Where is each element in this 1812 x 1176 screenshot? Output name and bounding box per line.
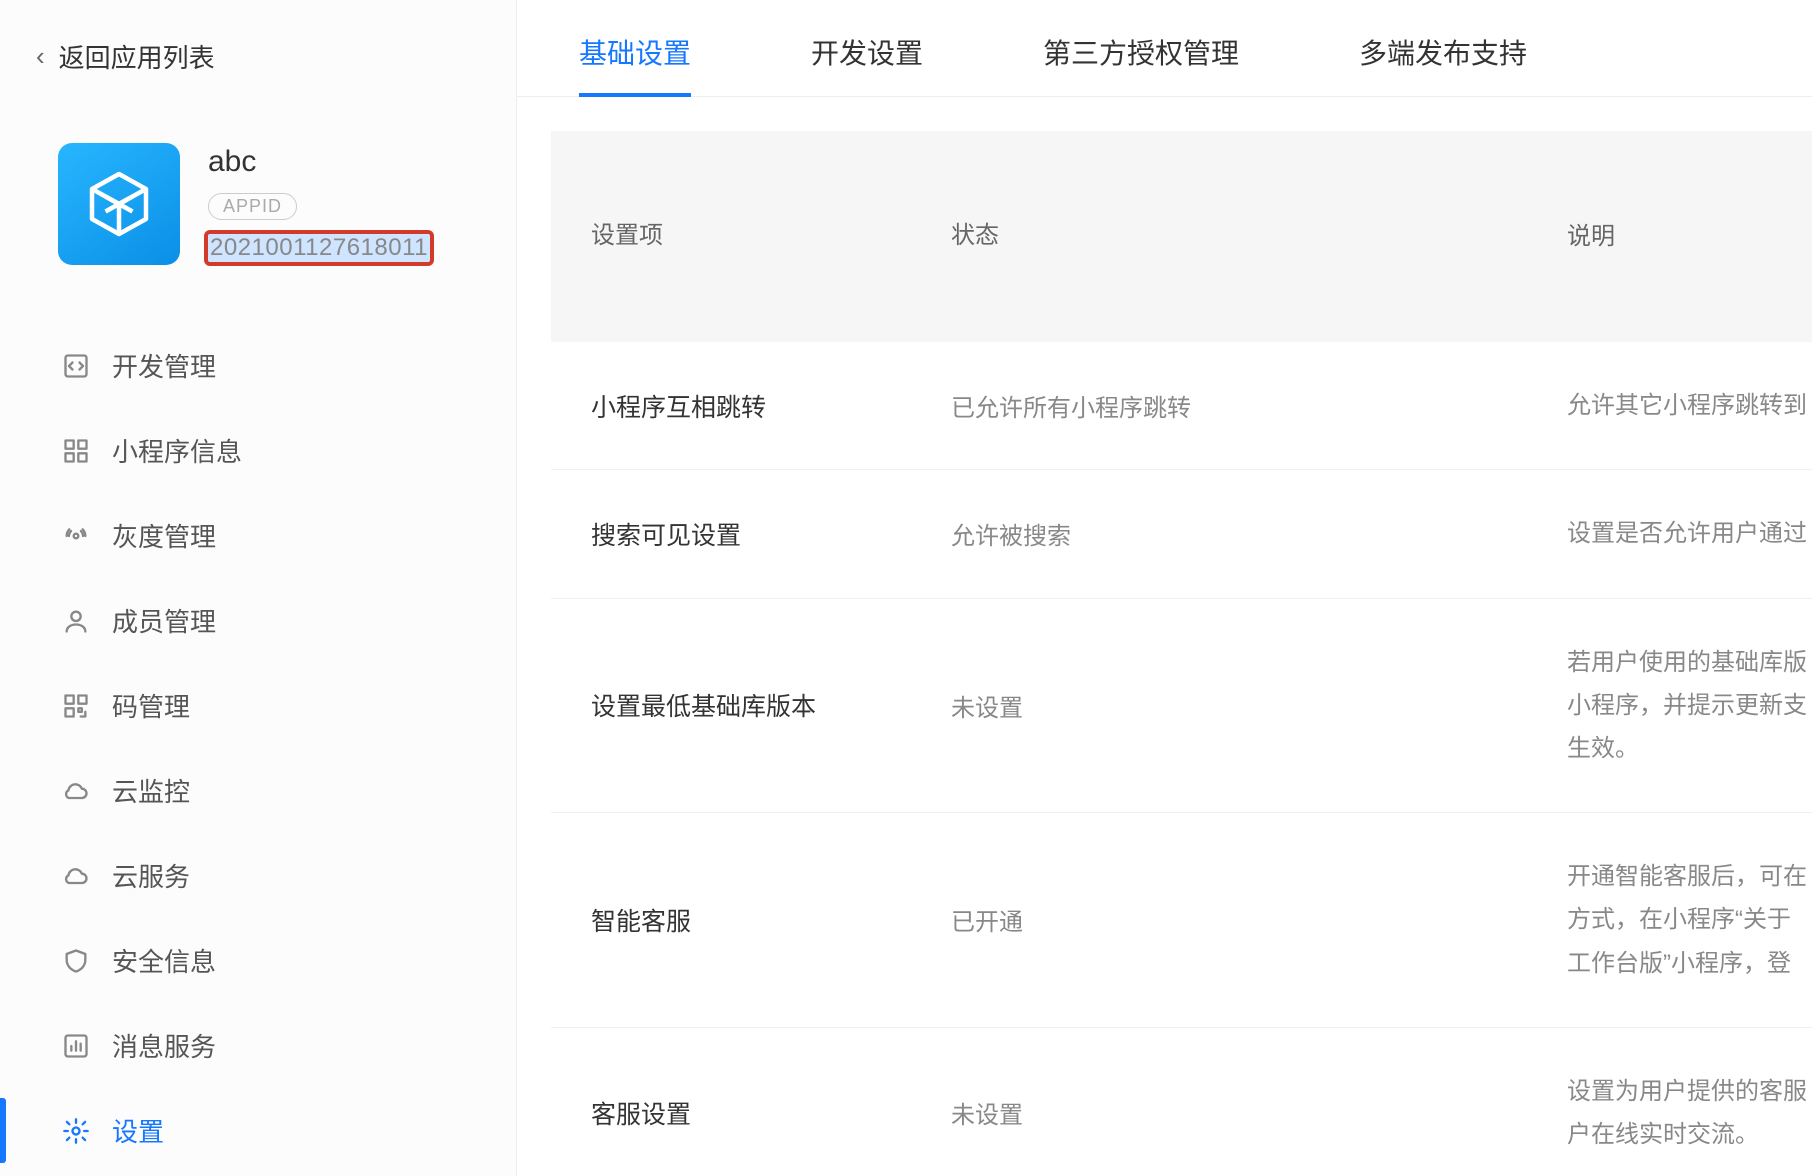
- setting-name: 设置最低基础库版本: [551, 645, 951, 765]
- setting-desc: 设置是否允许用户通过: [1567, 470, 1812, 597]
- settings-table-header: 设置项 状态 说明: [551, 131, 1812, 342]
- app-name: abc: [208, 145, 430, 179]
- sidebar-item-label: 码管理: [112, 687, 190, 724]
- broadcast-icon: [62, 522, 90, 550]
- sidebar-item-label: 成员管理: [112, 602, 216, 639]
- grid-icon: [62, 437, 90, 465]
- sidebar-item-dev-manage[interactable]: 开发管理: [0, 323, 516, 408]
- sidebar-item-gray-manage[interactable]: 灰度管理: [0, 493, 516, 578]
- column-header-status: 状态: [951, 173, 1567, 300]
- back-label: 返回应用列表: [59, 38, 215, 75]
- table-row[interactable]: 搜索可见设置 允许被搜索 设置是否允许用户通过: [551, 470, 1812, 598]
- column-header-desc: 说明: [1567, 173, 1812, 300]
- tab-basic[interactable]: 基础设置: [579, 24, 691, 96]
- tab-multiend[interactable]: 多端发布支持: [1359, 24, 1527, 96]
- sidebar-item-label: 灰度管理: [112, 517, 216, 554]
- setting-status: 已开通: [951, 860, 1567, 979]
- setting-status: 未设置: [951, 1053, 1567, 1172]
- user-icon: [62, 607, 90, 635]
- sidebar-item-message[interactable]: 消息服务: [0, 1003, 516, 1088]
- sidebar-item-label: 开发管理: [112, 347, 216, 384]
- sidebar-item-label: 安全信息: [112, 942, 216, 979]
- sidebar-item-cloud-service[interactable]: 云服务: [0, 833, 516, 918]
- app-info: abc APPID 2021001127618011: [0, 101, 516, 299]
- setting-name: 搜索可见设置: [551, 474, 951, 594]
- sidebar-item-code-manage[interactable]: 码管理: [0, 663, 516, 748]
- sidebar-item-label: 云服务: [112, 857, 190, 894]
- qr-icon: [62, 692, 90, 720]
- setting-status: 未设置: [951, 646, 1567, 765]
- chevron-left-icon: ‹: [36, 41, 45, 72]
- tab-third[interactable]: 第三方授权管理: [1043, 24, 1239, 96]
- back-to-app-list[interactable]: ‹ 返回应用列表: [0, 0, 516, 101]
- sidebar-item-security[interactable]: 安全信息: [0, 918, 516, 1003]
- table-row[interactable]: 小程序互相跳转 已允许所有小程序跳转 允许其它小程序跳转到: [551, 342, 1812, 470]
- setting-desc: 允许其它小程序跳转到: [1567, 342, 1812, 469]
- cloud-icon: [62, 862, 90, 890]
- setting-status: 已允许所有小程序跳转: [951, 346, 1567, 465]
- app-logo-icon: [58, 143, 180, 265]
- appid-value[interactable]: 2021001127618011: [208, 234, 430, 262]
- gear-icon: [62, 1117, 90, 1145]
- appid-badge: APPID: [208, 193, 297, 220]
- tab-dev[interactable]: 开发设置: [811, 24, 923, 96]
- sidebar-item-member-manage[interactable]: 成员管理: [0, 578, 516, 663]
- shield-icon: [62, 947, 90, 975]
- sidebar-item-settings[interactable]: 设置: [0, 1088, 516, 1173]
- setting-name: 小程序互相跳转: [551, 346, 951, 466]
- sidebar-item-label: 设置: [112, 1112, 164, 1149]
- sidebar-item-label: 消息服务: [112, 1027, 216, 1064]
- sidebar-nav: 开发管理 小程序信息 灰度管理 成员管理 码管理 云监控 云服务 安全信息 消息…: [0, 299, 516, 1173]
- setting-status: 允许被搜索: [951, 474, 1567, 593]
- setting-name: 智能客服: [551, 860, 951, 980]
- cloud-icon: [62, 777, 90, 805]
- table-row[interactable]: 智能客服 已开通 开通智能客服后，可在方式，在小程序“关于工作台版”小程序，登: [551, 813, 1812, 1028]
- table-row[interactable]: 客服设置 未设置 设置为用户提供的客服户在线实时交流。: [551, 1028, 1812, 1176]
- setting-desc: 设置为用户提供的客服户在线实时交流。: [1567, 1028, 1812, 1176]
- sidebar-item-label: 云监控: [112, 772, 190, 809]
- sidebar-item-miniapp-info[interactable]: 小程序信息: [0, 408, 516, 493]
- sidebar-item-cloud-monitor[interactable]: 云监控: [0, 748, 516, 833]
- chart-icon: [62, 1032, 90, 1060]
- setting-name: 客服设置: [551, 1053, 951, 1173]
- column-header-item: 设置项: [551, 173, 951, 300]
- setting-desc: 若用户使用的基础库版小程序，并提示更新支生效。: [1567, 599, 1812, 813]
- code-icon: [62, 352, 90, 380]
- table-row[interactable]: 设置最低基础库版本 未设置 若用户使用的基础库版小程序，并提示更新支生效。: [551, 599, 1812, 814]
- setting-desc: 开通智能客服后，可在方式，在小程序“关于工作台版”小程序，登: [1567, 813, 1812, 1027]
- main-tabs: 基础设置 开发设置 第三方授权管理 多端发布支持: [517, 0, 1812, 97]
- sidebar-item-label: 小程序信息: [112, 432, 242, 469]
